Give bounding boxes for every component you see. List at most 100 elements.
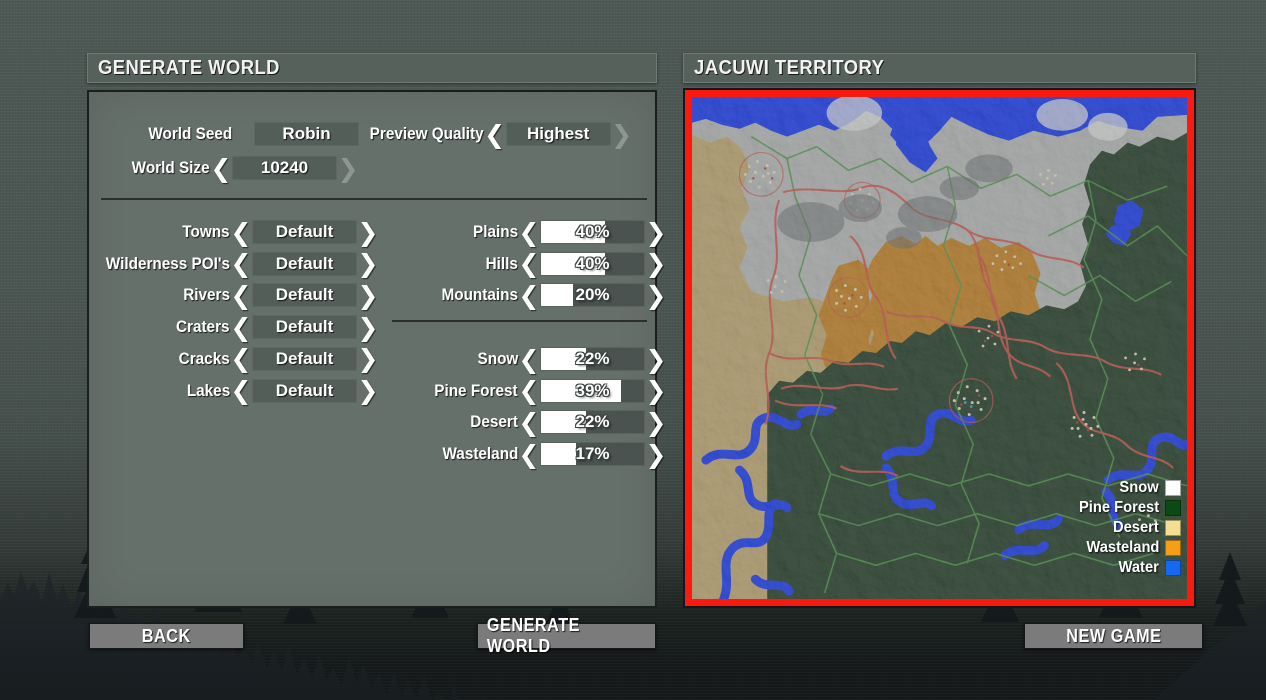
preview-quality-right-arrow[interactable]: ❯ — [611, 122, 633, 147]
option-label: Rivers — [183, 285, 230, 305]
world-size-right-arrow[interactable]: ❯ — [337, 156, 359, 181]
slider-left-arrow[interactable]: ❮ — [518, 442, 540, 467]
territory-title: JACUWI TERRITORY — [694, 56, 885, 79]
new-game-button[interactable]: NEW GAME — [1024, 623, 1203, 649]
legend-label: Water — [1118, 559, 1159, 576]
divider-biomes — [392, 320, 647, 322]
slider-track[interactable]: 22% — [540, 347, 645, 371]
option-right-arrow[interactable]: ❯ — [357, 220, 379, 245]
slider-right-arrow[interactable]: ❯ — [645, 347, 667, 372]
world-size-left-arrow[interactable]: ❮ — [210, 156, 232, 181]
slider-left-arrow[interactable]: ❮ — [518, 220, 540, 245]
option-value[interactable]: Default — [252, 378, 357, 403]
legend-row: Water — [1115, 559, 1181, 577]
slider-left-arrow[interactable]: ❮ — [518, 347, 540, 372]
generate-world-button[interactable]: GENERATE WORLD — [477, 615, 656, 656]
option-left-arrow[interactable]: ❮ — [230, 346, 252, 371]
back-button[interactable]: BACK — [89, 623, 244, 649]
slider-label: Snow — [477, 349, 518, 368]
slider-label: Mountains — [441, 285, 519, 305]
slider-track[interactable]: 39% — [540, 378, 645, 403]
slider-right-arrow[interactable]: ❯ — [645, 220, 667, 245]
option-label: Towns — [182, 222, 230, 241]
option-left-arrow[interactable]: ❮ — [230, 283, 252, 308]
option-right-arrow[interactable]: ❯ — [357, 283, 379, 308]
slider-right-arrow[interactable]: ❯ — [645, 410, 667, 435]
option-left-arrow[interactable]: ❮ — [230, 251, 252, 276]
map-border: Snow Pine Forest Desert Wasteland Water — [685, 90, 1194, 606]
slider-left-arrow[interactable]: ❮ — [518, 283, 540, 308]
option-label: Cracks — [178, 348, 230, 368]
slider-label: Plains — [472, 222, 518, 241]
slider-left-arrow[interactable]: ❮ — [518, 378, 540, 403]
option-label: Wilderness POI's — [105, 253, 230, 273]
legend-swatch — [1165, 560, 1181, 576]
slider-label: Wasteland — [442, 444, 518, 464]
slider-value: 39% — [575, 380, 610, 400]
row-cracks: Cracks ❮ Default ❯ — [89, 346, 379, 371]
option-left-arrow[interactable]: ❮ — [230, 378, 252, 403]
option-right-arrow[interactable]: ❯ — [357, 346, 379, 371]
slider-track[interactable]: 40% — [540, 220, 645, 244]
slider-right-arrow[interactable]: ❯ — [645, 378, 667, 403]
legend-label: Desert — [1113, 519, 1159, 536]
preview-quality-label: Preview Quality — [369, 124, 484, 143]
settings-panel: World Seed Robin Preview Quality ❮ Highe… — [87, 90, 666, 608]
slider-value: 20% — [575, 285, 610, 305]
generate-world-title: GENERATE WORLD — [98, 56, 280, 79]
slider-right-arrow[interactable]: ❯ — [645, 251, 667, 276]
option-right-arrow[interactable]: ❯ — [357, 315, 379, 340]
row-pine-forest: Pine Forest ❮ 39% ❯ — [377, 378, 667, 403]
slider-track[interactable]: 40% — [540, 251, 645, 276]
slider-track[interactable]: 20% — [540, 283, 645, 308]
slider-left-arrow[interactable]: ❮ — [518, 410, 540, 435]
slider-value: 40% — [575, 222, 610, 241]
slider-value: 22% — [575, 412, 610, 432]
world-size-label: World Size — [132, 158, 210, 177]
legend-label: Pine Forest — [1078, 499, 1159, 516]
option-label: Lakes — [186, 380, 230, 400]
preview-quality-value[interactable]: Highest — [505, 122, 611, 146]
legend-swatch — [1165, 480, 1181, 496]
option-value[interactable]: Default — [252, 346, 357, 371]
new-game-button-label: NEW GAME — [1065, 625, 1162, 646]
option-right-arrow[interactable]: ❯ — [357, 251, 379, 276]
option-value[interactable]: Default — [252, 251, 357, 276]
row-world-size: World Size ❮ 10240 ❯ — [89, 156, 359, 181]
row-world-seed: World Seed Robin — [89, 122, 359, 146]
world-size-value[interactable]: 10240 — [232, 156, 337, 180]
option-left-arrow[interactable]: ❮ — [230, 220, 252, 245]
territory-header: JACUWI TERRITORY — [683, 53, 1196, 83]
option-left-arrow[interactable]: ❮ — [230, 315, 252, 340]
legend-label: Wasteland — [1085, 539, 1159, 556]
slider-right-arrow[interactable]: ❯ — [645, 442, 667, 467]
generate-world-header: GENERATE WORLD — [87, 53, 657, 83]
row-plains: Plains ❮ 40% ❯ — [377, 220, 667, 245]
slider-right-arrow[interactable]: ❯ — [645, 283, 667, 308]
option-right-arrow[interactable]: ❯ — [357, 378, 379, 403]
legend-swatch — [1165, 540, 1181, 556]
row-snow: Snow ❮ 22% ❯ — [377, 347, 667, 372]
world-seed-input[interactable]: Robin — [254, 122, 359, 146]
slider-value: 40% — [575, 253, 610, 273]
slider-track[interactable]: 22% — [540, 410, 645, 435]
legend-row: Desert — [1109, 519, 1181, 537]
row-desert: Desert ❮ 22% ❯ — [377, 410, 667, 435]
row-wilderness-poi-s: Wilderness POI's ❮ Default ❯ — [89, 251, 379, 276]
option-value[interactable]: Default — [252, 283, 357, 308]
slider-left-arrow[interactable]: ❮ — [518, 251, 540, 276]
row-preview-quality: Preview Quality ❮ Highest ❯ — [357, 122, 633, 147]
slider-track[interactable]: 17% — [540, 442, 645, 467]
slider-label: Desert — [470, 412, 518, 432]
legend-row: Wasteland — [1080, 539, 1181, 557]
divider-main — [101, 198, 647, 200]
preview-quality-left-arrow[interactable]: ❮ — [484, 122, 506, 147]
option-label: Craters — [176, 317, 230, 337]
row-craters: Craters ❮ Default ❯ — [89, 315, 379, 340]
option-value[interactable]: Default — [252, 315, 357, 340]
back-button-label: BACK — [142, 625, 191, 646]
option-value[interactable]: Default — [252, 220, 357, 244]
map-legend: Snow Pine Forest Desert Wasteland Water — [1072, 479, 1181, 577]
row-rivers: Rivers ❮ Default ❯ — [89, 283, 379, 308]
map-preview-panel: Snow Pine Forest Desert Wasteland Water — [683, 88, 1196, 608]
